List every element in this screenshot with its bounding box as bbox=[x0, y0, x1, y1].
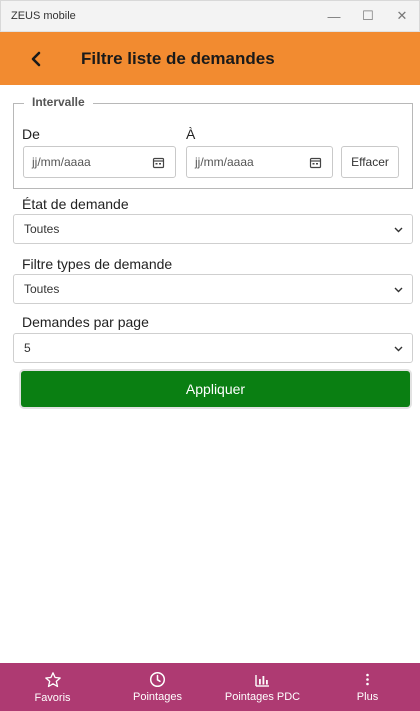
chevron-left-icon bbox=[31, 51, 41, 66]
per-page-label: Demandes par page bbox=[22, 314, 149, 330]
page-title: Filtre liste de demandes bbox=[81, 48, 275, 68]
chevron-down-icon bbox=[394, 287, 403, 293]
state-select-value: Toutes bbox=[24, 222, 60, 236]
state-label: État de demande bbox=[22, 196, 129, 212]
page-header: Filtre liste de demandes bbox=[0, 32, 420, 85]
types-label: Filtre types de demande bbox=[22, 256, 173, 272]
nav-item-plus[interactable]: Plus bbox=[315, 663, 420, 711]
nav-label-pointages-pdc: Pointages PDC bbox=[224, 691, 301, 703]
nav-label-plus: Plus bbox=[356, 691, 379, 703]
apply-button[interactable]: Appliquer bbox=[21, 371, 410, 407]
to-date-placeholder: jj/mm/aaaa bbox=[195, 155, 254, 169]
types-select-value: Toutes bbox=[24, 282, 60, 296]
nav-item-pointages-pdc[interactable]: Pointages PDC bbox=[210, 663, 315, 711]
clock-icon bbox=[149, 671, 166, 688]
minimize-button[interactable]: — bbox=[317, 0, 351, 32]
from-date-input[interactable]: jj/mm/aaaa bbox=[23, 146, 176, 178]
nav-label-pointages: Pointages bbox=[133, 691, 182, 703]
bar-chart-icon bbox=[255, 675, 269, 687]
clear-button[interactable]: Effacer bbox=[341, 146, 399, 178]
star-icon bbox=[44, 671, 61, 687]
back-button[interactable] bbox=[24, 47, 48, 71]
more-vertical-icon bbox=[366, 673, 369, 686]
chevron-down-icon bbox=[394, 227, 403, 233]
calendar-icon[interactable] bbox=[309, 156, 322, 169]
window-title: ZEUS mobile bbox=[11, 10, 76, 22]
calendar-icon[interactable] bbox=[152, 156, 165, 169]
per-page-select[interactable]: 5 bbox=[13, 333, 413, 363]
nav-item-favoris[interactable]: Favoris bbox=[0, 663, 105, 711]
close-button[interactable]: ✕ bbox=[385, 0, 419, 32]
types-select[interactable]: Toutes bbox=[13, 274, 413, 304]
chevron-down-icon bbox=[394, 346, 403, 352]
to-label: À bbox=[186, 126, 196, 142]
nav-label-favoris: Favoris bbox=[34, 691, 71, 704]
maximize-button[interactable]: ☐ bbox=[351, 0, 385, 32]
interval-legend: Intervalle bbox=[24, 95, 93, 109]
nav-item-pointages[interactable]: Pointages bbox=[105, 663, 210, 711]
state-select[interactable]: Toutes bbox=[13, 214, 413, 244]
bottom-nav: Favoris Pointages Pointages PDC Plus bbox=[0, 663, 420, 711]
from-date-placeholder: jj/mm/aaaa bbox=[32, 155, 91, 169]
from-label: De bbox=[22, 126, 40, 142]
window-titlebar: ZEUS mobile — ☐ ✕ bbox=[0, 0, 420, 32]
to-date-input[interactable]: jj/mm/aaaa bbox=[186, 146, 333, 178]
per-page-select-value: 5 bbox=[24, 341, 31, 355]
